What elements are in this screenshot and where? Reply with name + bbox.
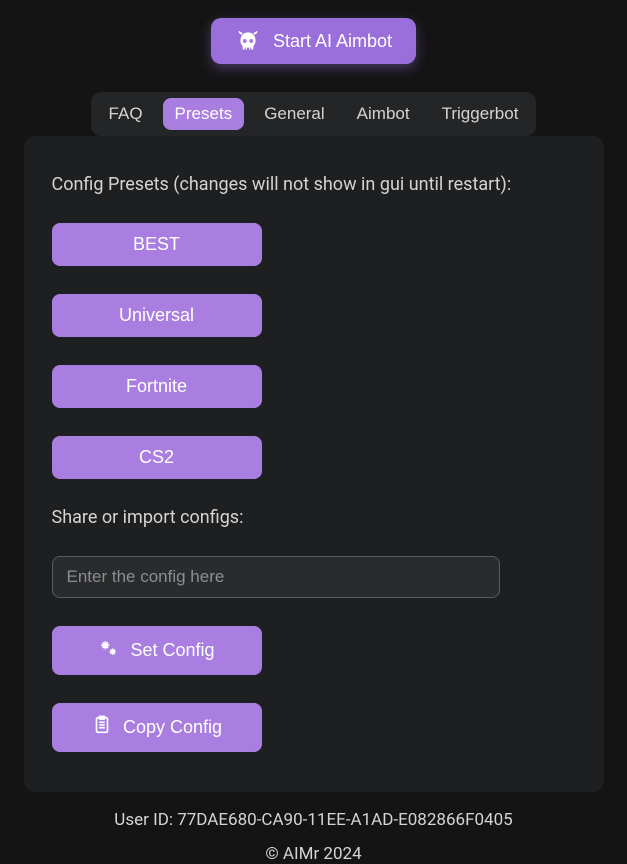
- tab-presets[interactable]: Presets: [163, 98, 245, 130]
- user-id-text: User ID: 77DAE680-CA90-11EE-A1AD-E082866…: [114, 810, 512, 830]
- copy-config-button[interactable]: Copy Config: [52, 703, 262, 752]
- preset-best-button[interactable]: BEST: [52, 223, 262, 266]
- preset-list: BEST Universal Fortnite CS2: [52, 223, 576, 479]
- clipboard-icon: [91, 714, 113, 741]
- start-button-label: Start AI Aimbot: [273, 31, 392, 52]
- tab-general[interactable]: General: [252, 98, 336, 130]
- preset-cs2-button[interactable]: CS2: [52, 436, 262, 479]
- set-config-label: Set Config: [130, 640, 214, 661]
- tab-triggerbot[interactable]: Triggerbot: [430, 98, 531, 130]
- start-ai-aimbot-button[interactable]: Start AI Aimbot: [211, 18, 416, 64]
- set-config-button[interactable]: Set Config: [52, 626, 262, 675]
- copy-config-label: Copy Config: [123, 717, 222, 738]
- preset-fortnite-button[interactable]: Fortnite: [52, 365, 262, 408]
- copyright-text: © AIMr 2024: [265, 844, 361, 864]
- gears-icon: [98, 637, 120, 664]
- preset-universal-button[interactable]: Universal: [52, 294, 262, 337]
- presets-panel: Config Presets (changes will not show in…: [24, 136, 604, 792]
- tab-bar: FAQ Presets General Aimbot Triggerbot: [91, 92, 537, 136]
- tab-aimbot[interactable]: Aimbot: [345, 98, 422, 130]
- share-heading: Share or import configs:: [52, 507, 576, 528]
- tab-faq[interactable]: FAQ: [97, 98, 155, 130]
- config-input[interactable]: [52, 556, 500, 598]
- skull-icon: [235, 28, 261, 54]
- presets-heading: Config Presets (changes will not show in…: [52, 174, 576, 195]
